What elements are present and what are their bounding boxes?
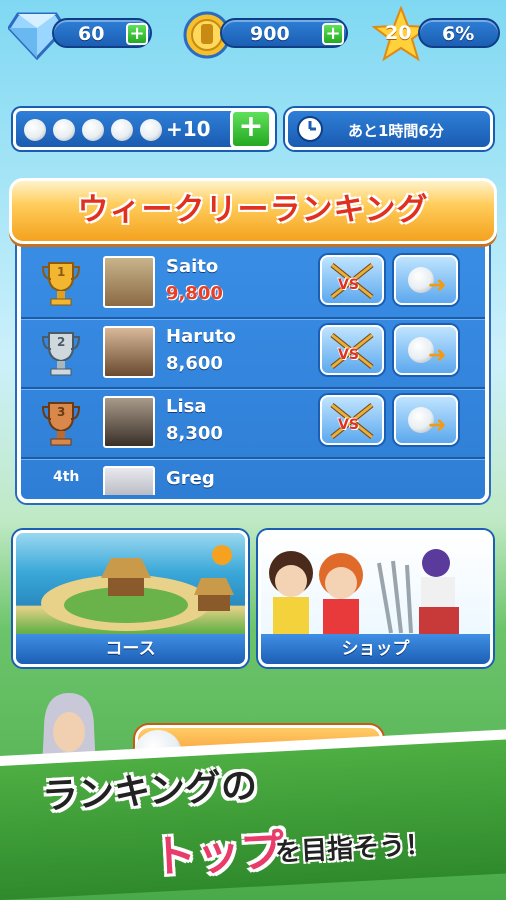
coin-count: 900 [250,23,290,45]
level-progress-value: 6% [442,23,475,45]
avatar [103,326,155,378]
avatar [103,396,155,448]
avatar [103,466,155,495]
ball-bonus: +10 [166,117,211,141]
island-illustration [41,545,234,631]
silver-trophy-icon: 2 [41,329,81,377]
vs-challenge-button[interactable]: VS [320,325,384,375]
vs-label: VS [338,347,359,363]
player-name: Greg [166,468,215,489]
rank-number: 3 [57,405,66,419]
rank-number: 1 [57,265,66,279]
shop-characters-illustration [269,549,459,640]
avatar [103,256,155,308]
timer-text: あと1時間6分 [348,122,444,140]
golf-ball-icon [140,119,162,141]
player-name: Saito [166,256,219,277]
arrow-right-icon: ➜ [428,413,447,438]
vs-challenge-button[interactable]: VS [320,395,384,445]
rank-label: 4th [53,469,80,485]
bronze-trophy-icon: 3 [41,399,81,447]
level-progress: 6% [418,18,500,48]
vs-label: VS [338,277,359,293]
ranking-title: ウィークリーランキング [9,178,497,244]
gold-trophy-icon: 1 [41,259,81,307]
vs-label: VS [338,417,359,433]
shop-tile[interactable]: ショップ [258,530,493,667]
rank-number: 2 [57,335,66,349]
vs-challenge-button[interactable]: VS [320,255,384,305]
ball-refill-timer: あと1時間6分 [285,108,493,150]
balls-bar: +10 + [13,108,275,150]
player-score: 8,600 [166,353,223,374]
ranking-row: 2 Haruto 8,600 VS ➜ [21,319,485,389]
golf-ball-icon [111,119,133,141]
player-name: Lisa [166,396,207,417]
golf-ball-icon [82,119,104,141]
coin-counter: 900 + [220,18,348,48]
golf-ball-icon [53,119,75,141]
player-score: 8,300 [166,423,223,444]
clock-icon [296,115,324,147]
golf-ball-icon [24,119,46,141]
add-gems-button[interactable]: + [126,23,148,45]
ranking-row: 1 Saito 9,800 VS ➜ [21,249,485,319]
course-tile[interactable]: コース [13,530,248,667]
send-ball-button[interactable]: ➜ [394,395,458,445]
send-ball-button[interactable]: ➜ [394,325,458,375]
player-name: Haruto [166,326,236,347]
gem-count: 60 [78,23,105,45]
arrow-right-icon: ➜ [428,343,447,368]
promo-highlight: トップ [150,825,286,884]
ranking-row: 4th Greg [21,459,485,495]
player-score: 9,800 [166,283,223,304]
send-ball-button[interactable]: ➜ [394,255,458,305]
arrow-right-icon: ➜ [428,273,447,298]
shop-label: ショップ [261,634,490,664]
add-balls-button[interactable]: + [230,109,272,149]
add-coins-button[interactable]: + [322,23,344,45]
gem-counter: 60 + [52,18,152,48]
course-label: コース [16,634,245,664]
level-number: 20 [385,22,412,44]
ranking-row: 3 Lisa 8,300 VS ➜ [21,389,485,459]
